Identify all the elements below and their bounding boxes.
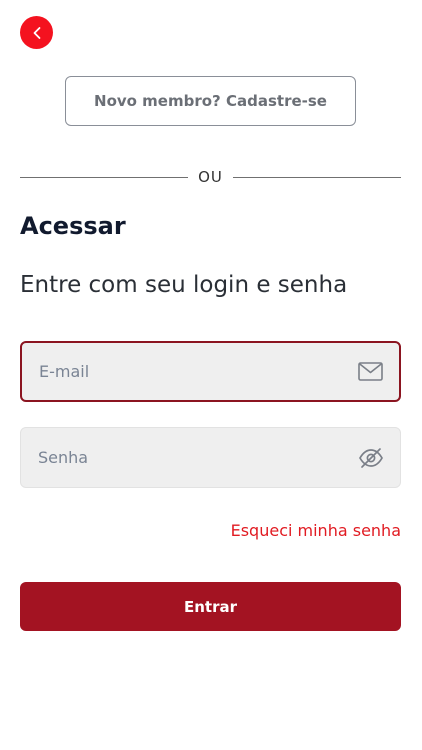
page-title: Acessar [20,212,126,240]
chevron-left-icon [33,26,40,39]
divider-line-right [232,176,402,178]
signup-button[interactable]: Novo membro? Cadastre-se [65,76,356,126]
login-screen: Novo membro? Cadastre-se OU Acessar Entr… [0,0,422,750]
login-submit-button[interactable]: Entrar [20,582,401,631]
email-input[interactable] [39,362,319,381]
password-input[interactable] [38,448,318,467]
divider-line-left [20,176,189,178]
email-field-container[interactable] [20,341,401,402]
divider-label: OU [198,168,223,186]
eye-off-icon[interactable] [358,447,384,469]
mail-icon [357,361,383,383]
page-subtitle: Entre com seu login e senha [20,272,348,298]
or-divider: OU [20,166,402,188]
back-button[interactable] [20,16,53,49]
forgot-password-link[interactable]: Esqueci minha senha [231,521,401,540]
password-field-container[interactable] [20,427,401,488]
